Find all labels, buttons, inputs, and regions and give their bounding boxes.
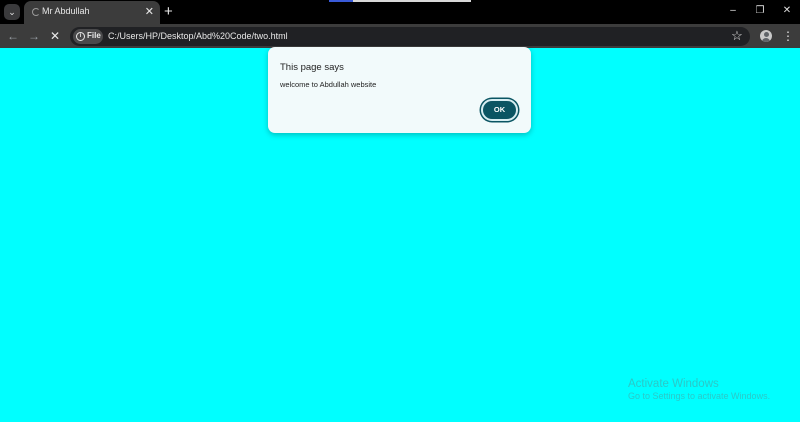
minimize-button[interactable]: –	[724, 4, 742, 18]
tab-search-icon[interactable]: ⌄	[4, 4, 20, 20]
profile-avatar[interactable]	[760, 30, 772, 42]
window-close-button[interactable]: ✕	[778, 4, 796, 18]
avatar-body	[762, 38, 770, 42]
avatar-head	[763, 32, 769, 37]
alert-dialog: This page says welcome to Abdullah websi…	[268, 47, 531, 133]
tab-strip: ⌄ Mr Abdullah ✕ + – ❐ ✕	[0, 0, 800, 24]
dialog-title: This page says	[280, 62, 344, 73]
forward-button[interactable]: →	[26, 29, 42, 43]
stop-loading-button[interactable]: ✕	[47, 29, 63, 43]
restore-button[interactable]: ❐	[751, 4, 769, 18]
tab-close-icon[interactable]: ✕	[145, 5, 154, 19]
url-text[interactable]: C:/Users/HP/Desktop/Abd%20Code/two.html	[108, 31, 288, 41]
ok-button[interactable]: OK	[481, 99, 518, 121]
new-tab-button[interactable]: +	[164, 3, 173, 21]
bookmark-star-icon[interactable]: ☆	[730, 28, 744, 44]
browser-menu-icon[interactable]: ⋮	[782, 29, 794, 43]
info-icon: i	[76, 32, 85, 41]
dialog-message: welcome to Abdullah website	[280, 80, 377, 89]
loading-favicon-icon	[32, 8, 40, 16]
top-bar-indicator-accent	[329, 0, 353, 2]
activation-watermark: Activate Windows Go to Settings to activ…	[628, 378, 770, 401]
watermark-subtitle: Go to Settings to activate Windows.	[628, 391, 771, 401]
browser-tab[interactable]: Mr Abdullah ✕	[24, 1, 160, 24]
tab-title: Mr Abdullah	[42, 6, 90, 16]
back-button[interactable]: ←	[5, 29, 21, 43]
site-info-label: File	[87, 31, 101, 40]
watermark-title: Activate Windows	[628, 378, 719, 390]
